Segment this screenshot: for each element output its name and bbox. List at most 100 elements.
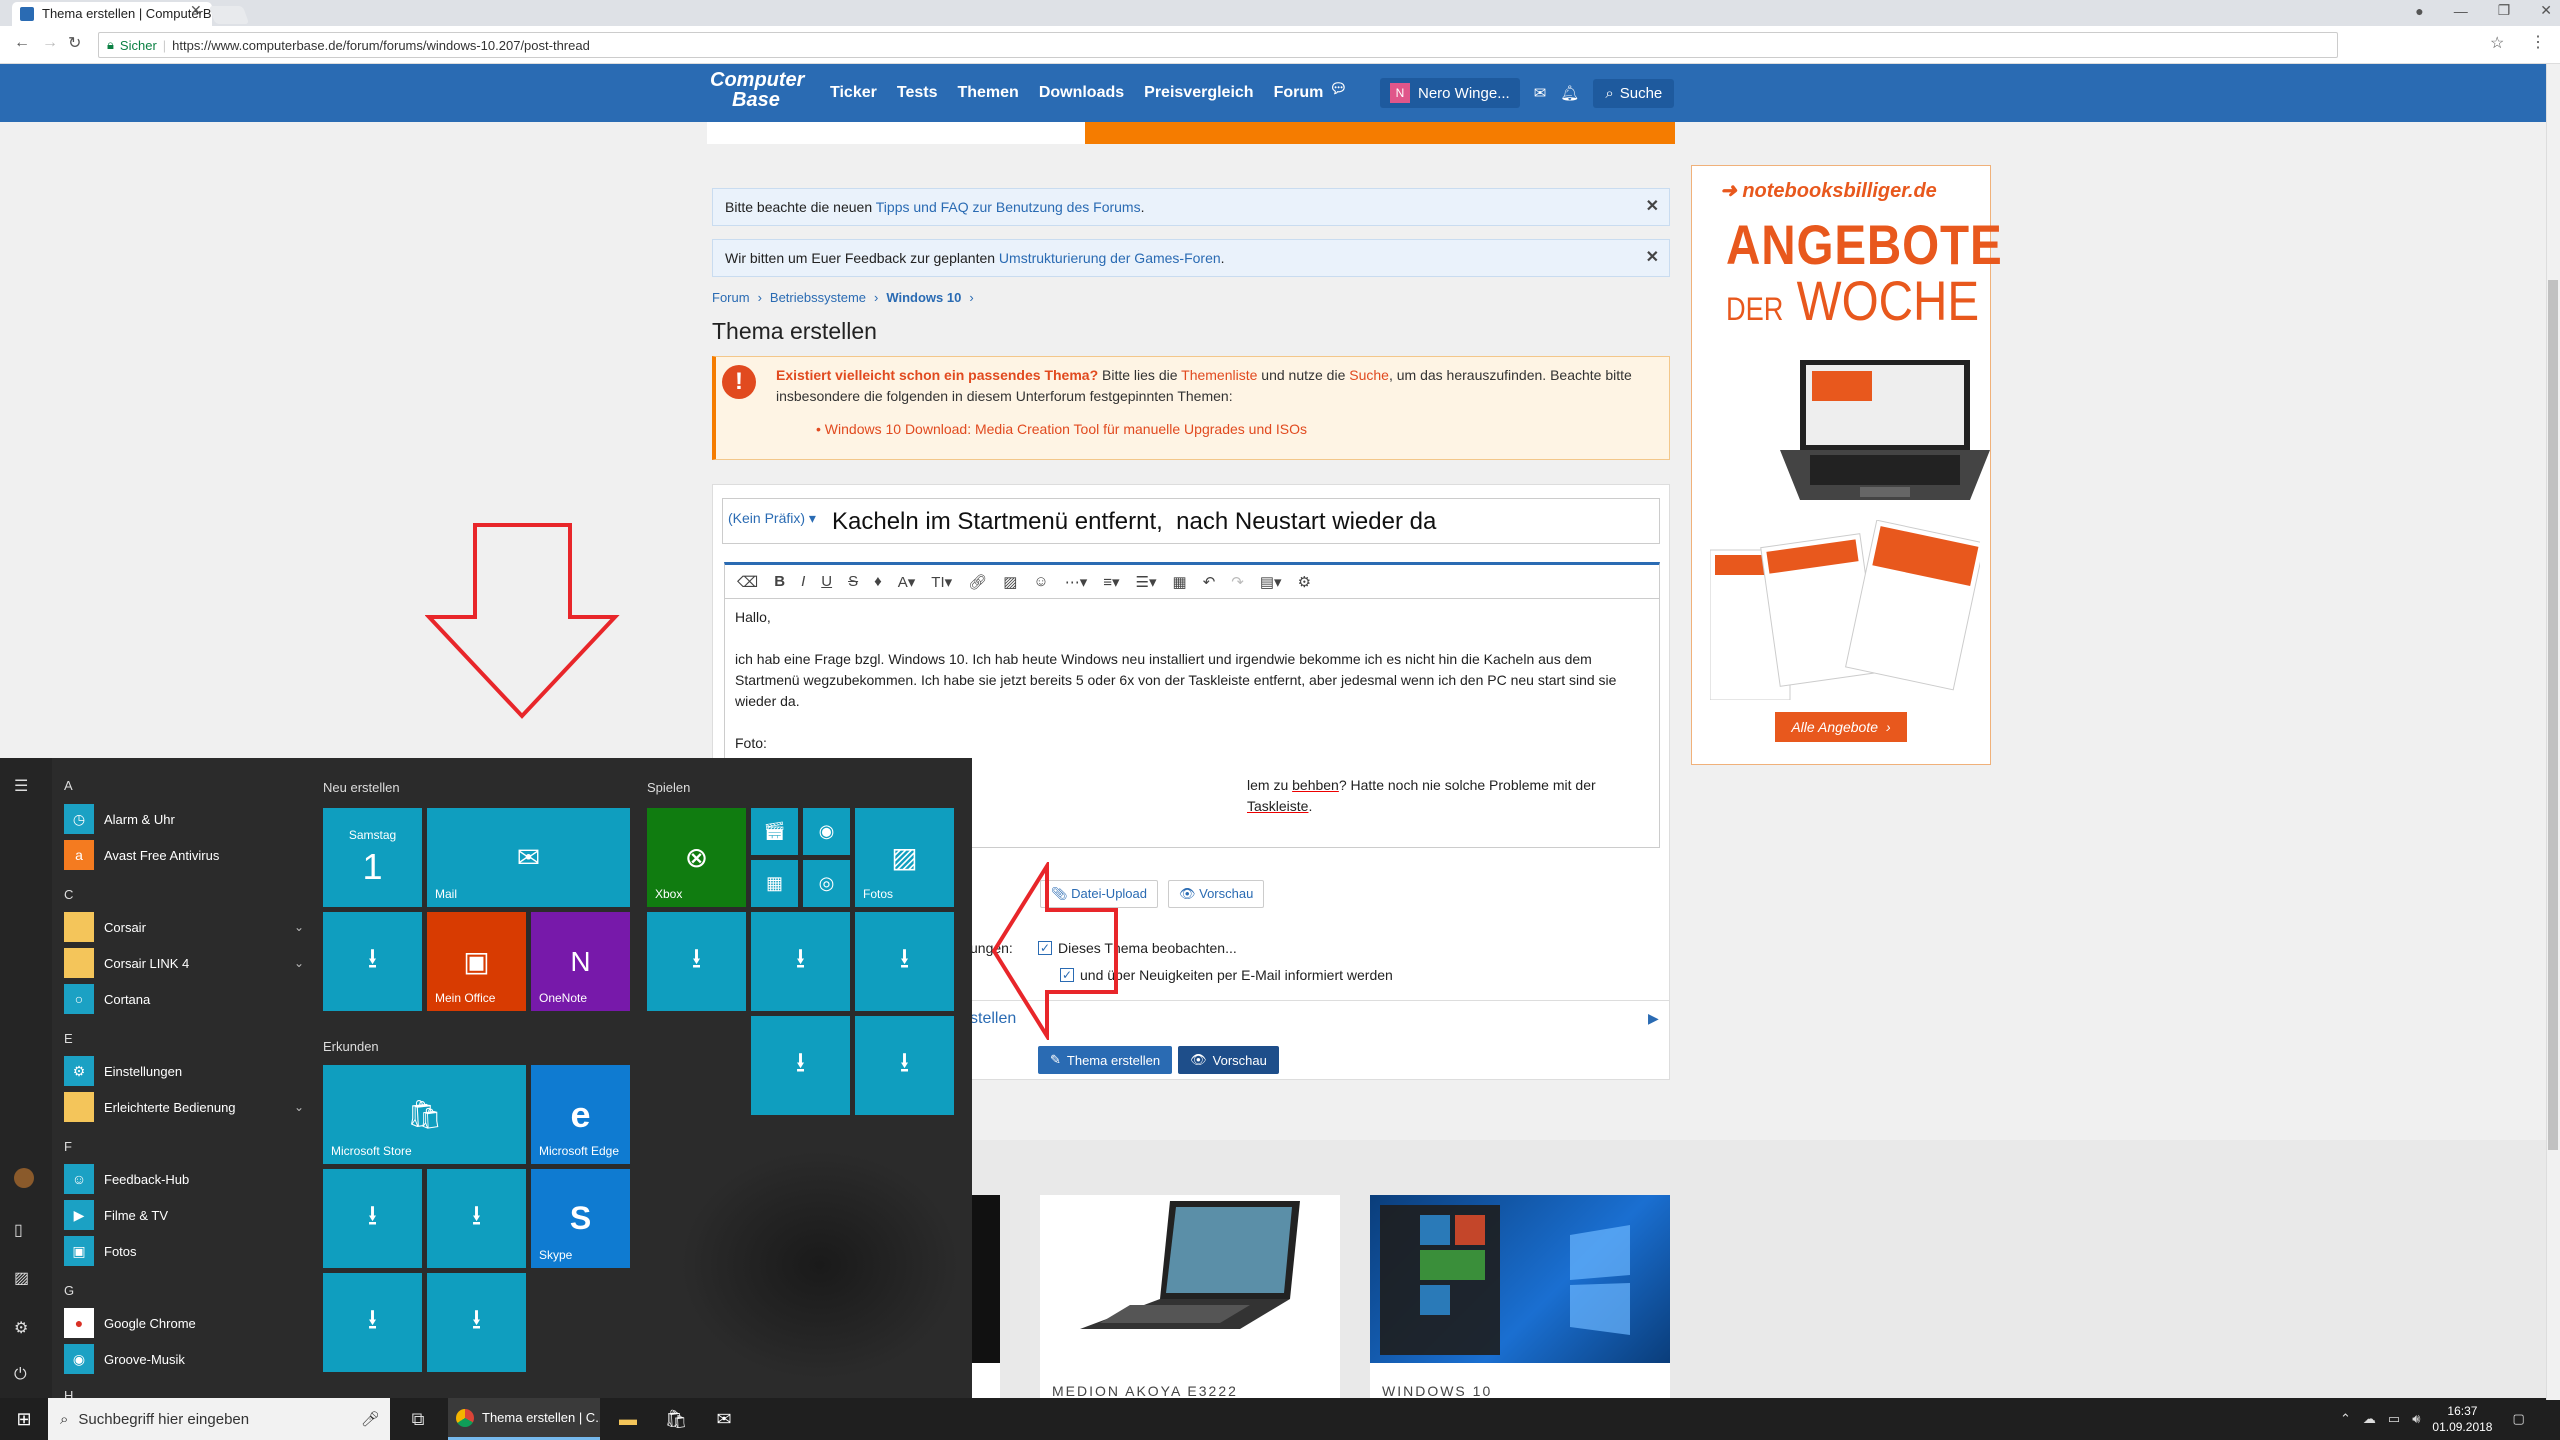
app-alarm[interactable]: ◷ Alarm & Uhr: [64, 803, 304, 835]
group-neu-erstellen[interactable]: Neu erstellen: [323, 780, 400, 795]
align-icon[interactable]: ≡▾: [1103, 573, 1119, 591]
color-icon[interactable]: ♦: [874, 573, 882, 590]
clock[interactable]: 16:37 01.09.2018: [2432, 1403, 2492, 1435]
restore-icon[interactable]: ❐: [2498, 2, 2511, 19]
crumb-betriebssysteme[interactable]: Betriebssysteme: [770, 290, 866, 305]
chevron-right-icon[interactable]: ▶: [1648, 1010, 1659, 1027]
notice-link[interactable]: Umstrukturierung der Games-Foren: [999, 250, 1221, 266]
crumb-forum[interactable]: Forum: [712, 290, 750, 305]
gear-icon[interactable]: ⚙: [1298, 573, 1311, 591]
bookmark-star-icon[interactable]: ☆: [2490, 33, 2504, 53]
chevron-down-icon[interactable]: ⌄: [294, 920, 304, 934]
nav-forum[interactable]: Forum: [1274, 84, 1324, 102]
pinned-topic-link[interactable]: • Windows 10 Download: Media Creation To…: [816, 419, 1669, 440]
group-spielen[interactable]: Spielen: [647, 780, 690, 795]
tile-download[interactable]: ⭳: [751, 912, 850, 1011]
thread-title-input[interactable]: [832, 505, 1652, 539]
suche-link[interactable]: Suche: [1349, 367, 1389, 383]
tile-download[interactable]: ⭳: [855, 912, 954, 1011]
app-google-chrome[interactable]: ● Google Chrome: [64, 1307, 304, 1339]
settings-icon[interactable]: ⚙: [14, 1318, 28, 1338]
pictures-icon[interactable]: ▨: [14, 1268, 29, 1288]
tab-close-icon[interactable]: ✕: [190, 2, 202, 19]
network-icon[interactable]: ▭: [2388, 1411, 2400, 1427]
list-icon[interactable]: ☰▾: [1136, 573, 1157, 591]
group-erkunden[interactable]: Erkunden: [323, 1039, 379, 1054]
create-thread-button[interactable]: ✎ Thema erstellen: [1038, 1046, 1173, 1074]
eraser-icon[interactable]: ⌫: [737, 573, 758, 591]
table-icon[interactable]: ▦: [1173, 573, 1187, 591]
chevron-up-icon[interactable]: ⌃: [2340, 1411, 2351, 1427]
app-corsair-link[interactable]: Corsair LINK 4 ⌄: [64, 947, 304, 979]
tile-fotos[interactable]: ▨ Fotos: [855, 808, 954, 907]
font-icon[interactable]: A▾: [898, 573, 916, 591]
redo-icon[interactable]: ↷: [1231, 573, 1244, 591]
tile-store[interactable]: 🛍︎ Microsoft Store: [323, 1065, 526, 1164]
volume-icon[interactable]: 🔊︎: [2412, 1411, 2420, 1427]
nav-preisvergleich[interactable]: Preisvergleich: [1144, 84, 1253, 102]
crumb-windows10[interactable]: Windows 10: [886, 290, 961, 305]
scrollbar-thumb[interactable]: [2548, 280, 2558, 1150]
explorer-icon[interactable]: ▬: [607, 1398, 649, 1440]
tile-download[interactable]: ⭳: [855, 1016, 954, 1115]
power-icon[interactable]: ⏻: [14, 1366, 27, 1384]
app-cortana[interactable]: ○ Cortana: [64, 983, 304, 1015]
nav-themen[interactable]: Themen: [957, 84, 1018, 102]
tile-download[interactable]: ⭳: [323, 912, 422, 1011]
tile-onenote[interactable]: N OneNote: [531, 912, 630, 1011]
cloud-icon[interactable]: ☁: [2363, 1411, 2376, 1427]
italic-icon[interactable]: I: [801, 573, 805, 590]
app-list-letter[interactable]: A: [64, 778, 73, 793]
taskbar-search[interactable]: ⌕ Suchbegriff hier eingeben 🎤︎: [48, 1398, 390, 1440]
windows-start-icon[interactable]: ⊞: [0, 1398, 48, 1440]
preview-button[interactable]: 👁︎ Vorschau: [1178, 1046, 1279, 1074]
user-avatar-icon[interactable]: [14, 1168, 34, 1188]
tile-download[interactable]: ⭳: [647, 912, 746, 1011]
tile-mail[interactable]: ✉ Mail: [427, 808, 630, 907]
close-window-icon[interactable]: ✕: [2540, 2, 2552, 19]
undo-icon[interactable]: ↶: [1203, 573, 1216, 591]
tile-edge[interactable]: e Microsoft Edge: [531, 1065, 630, 1164]
documents-icon[interactable]: ▯: [14, 1220, 23, 1240]
microphone-icon[interactable]: 🎤︎: [361, 1410, 380, 1428]
app-feedback-hub[interactable]: ☺ Feedback-Hub: [64, 1163, 304, 1195]
mail-icon[interactable]: ✉: [703, 1398, 745, 1440]
app-filme-tv[interactable]: ▶ Filme & TV: [64, 1199, 304, 1231]
tile-download[interactable]: ⭳: [323, 1273, 422, 1372]
tile-groove[interactable]: ◉: [803, 808, 850, 855]
close-icon[interactable]: ✕: [1646, 240, 1659, 276]
ad-button[interactable]: Alle Angebote ›: [1775, 712, 1907, 742]
strike-icon[interactable]: S: [848, 573, 858, 590]
smiley-icon[interactable]: ☺: [1033, 573, 1048, 590]
reload-icon[interactable]: ↻: [68, 33, 81, 53]
nav-tests[interactable]: Tests: [897, 84, 938, 102]
tile-skype[interactable]: S Skype: [531, 1169, 630, 1268]
inbox-icon[interactable]: ✉: [1534, 84, 1547, 102]
tile-download[interactable]: ⭳: [427, 1273, 526, 1372]
new-tab-button[interactable]: [208, 6, 250, 24]
app-erleichterte-bedienung[interactable]: Erleichterte Bedienung ⌄: [64, 1091, 304, 1123]
tile-download[interactable]: ⭳: [751, 1016, 850, 1115]
search-button[interactable]: ⌕ Suche: [1593, 78, 1675, 108]
size-icon[interactable]: TI▾: [931, 573, 952, 591]
tile-camera[interactable]: ◎: [803, 860, 850, 907]
app-list-letter[interactable]: E: [64, 1031, 73, 1046]
browser-tab-active[interactable]: Thema erstellen | ComputerBase: [12, 2, 212, 26]
nav-ticker[interactable]: Ticker: [830, 84, 877, 102]
insert-icon[interactable]: ▤▾: [1260, 573, 1282, 591]
app-list-letter[interactable]: C: [64, 887, 73, 902]
tile-office[interactable]: ▣ Mein Office: [427, 912, 526, 1011]
tile-films[interactable]: 🎬︎: [751, 808, 798, 855]
task-view-icon[interactable]: ⧉: [400, 1398, 436, 1440]
link-icon[interactable]: 🔗︎: [968, 573, 987, 591]
store-icon[interactable]: 🛍︎: [655, 1398, 697, 1440]
app-fotos[interactable]: ▣ Fotos: [64, 1235, 304, 1267]
more-icon[interactable]: ⋯▾: [1065, 573, 1088, 591]
app-avast[interactable]: a Avast Free Antivirus: [64, 839, 304, 871]
tile-calculator[interactable]: ▦: [751, 860, 798, 907]
app-list-letter[interactable]: G: [64, 1283, 74, 1298]
notice-link[interactable]: Tipps und FAQ zur Benutzung des Forums: [876, 199, 1141, 215]
prefix-select[interactable]: (Kein Präfix) ▾: [728, 510, 816, 527]
address-bar[interactable]: 🔒︎ Sicher | https://www.computerbase.de/…: [98, 32, 2338, 58]
tile-xbox[interactable]: ⊗ Xbox: [647, 808, 746, 907]
